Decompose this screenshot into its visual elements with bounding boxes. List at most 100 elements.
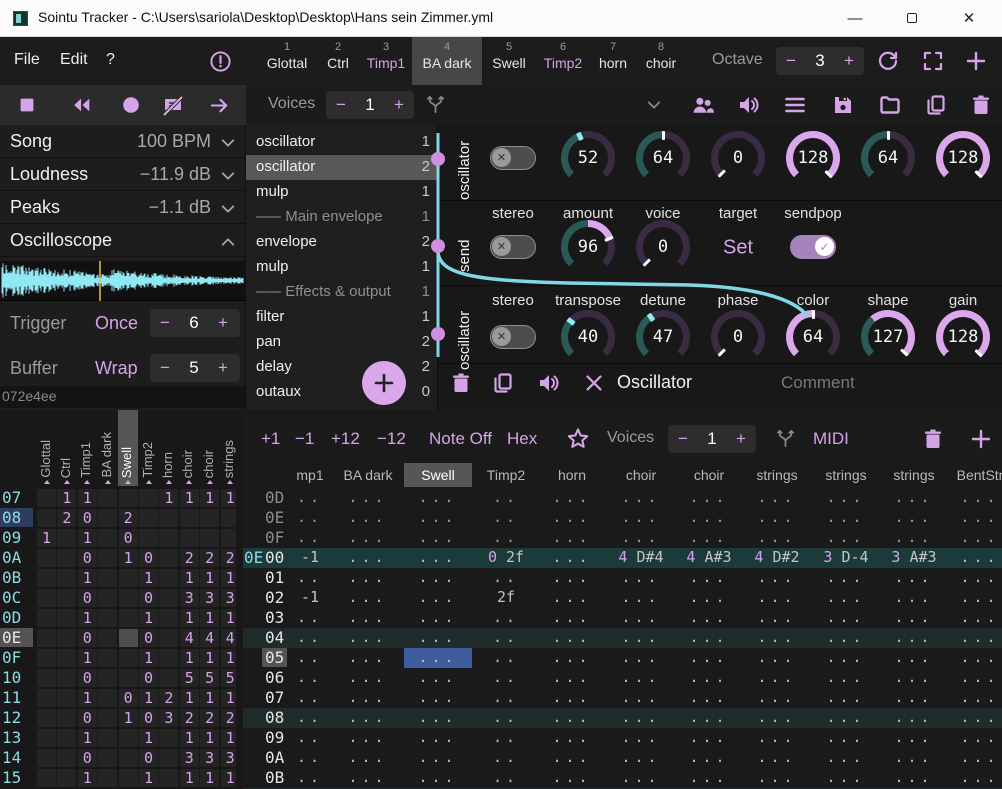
unit-list-item-filter[interactable]: filter1 — [246, 305, 438, 330]
note-cell[interactable]: .. — [297, 608, 323, 626]
note-cell[interactable]: ... — [621, 688, 660, 706]
note-cell[interactable]: ... — [826, 668, 865, 686]
trigger-mode-button[interactable]: Once — [95, 313, 138, 334]
note-cell[interactable]: ... — [960, 708, 999, 726]
copy-unit-icon[interactable] — [491, 371, 515, 395]
pattern-cell[interactable]: 0 — [119, 689, 138, 707]
note-cell[interactable]: ... — [894, 528, 933, 546]
note-track-header-swell[interactable]: Swell — [404, 463, 472, 487]
note-cell[interactable]: ... — [348, 488, 387, 506]
note-cell[interactable]: .. — [297, 688, 323, 706]
pattern-cell[interactable] — [159, 609, 178, 627]
pattern-cell[interactable]: 2 — [180, 549, 199, 567]
pattern-cell[interactable] — [57, 669, 76, 687]
follow-off-icon[interactable] — [161, 94, 185, 118]
pattern-row-label[interactable]: 0A — [0, 548, 33, 567]
note-cell[interactable]: ... — [826, 628, 865, 646]
pattern-cell[interactable] — [119, 489, 138, 507]
pattern-cell[interactable]: 1 — [180, 569, 199, 587]
note-cell[interactable]: ... — [894, 728, 933, 746]
note-cell[interactable]: ... — [757, 488, 796, 506]
note-cell[interactable]: ... — [348, 588, 387, 606]
note-cell[interactable]: ... — [689, 528, 728, 546]
pattern-cell[interactable]: 2 — [200, 709, 219, 727]
pattern-cell[interactable]: 1 — [200, 569, 219, 587]
pattern-cell[interactable]: 1 — [180, 769, 199, 787]
note-row-number[interactable]: 06 — [265, 668, 284, 687]
pattern-cell[interactable]: 1 — [200, 729, 219, 747]
maximize-button[interactable] — [889, 0, 935, 36]
note-cell[interactable]: ... — [757, 528, 796, 546]
note-cell[interactable]: ... — [552, 488, 591, 506]
chevron-down-icon[interactable] — [645, 96, 663, 114]
note-cell[interactable]: ... — [621, 608, 660, 626]
note-row-number[interactable]: 05 — [262, 648, 287, 667]
note-row-number[interactable]: 0D — [265, 488, 284, 507]
pattern-cell[interactable]: 1 — [78, 689, 97, 707]
pattern-cell[interactable] — [37, 549, 56, 567]
save-icon[interactable] — [831, 93, 855, 117]
pattern-cell[interactable]: 2 — [221, 549, 236, 567]
pattern-cell[interactable]: 1 — [139, 689, 158, 707]
note-cell[interactable]: ... — [960, 688, 999, 706]
pattern-cell[interactable]: 1 — [159, 489, 178, 507]
note-cell[interactable]: ... — [826, 728, 865, 746]
note-cell[interactable]: ... — [960, 728, 999, 746]
note-cell[interactable]: .. — [493, 688, 519, 706]
note-cell[interactable]: ... — [960, 668, 999, 686]
solo-unit-icon[interactable] — [537, 371, 561, 395]
pattern-cell[interactable] — [37, 509, 56, 527]
note-track-header-bentstr[interactable]: BentStr — [957, 463, 1002, 487]
pattern-cell[interactable]: 5 — [180, 669, 199, 687]
pattern-cell[interactable] — [37, 489, 56, 507]
note-cell[interactable]: ... — [418, 548, 457, 566]
star-icon[interactable] — [565, 426, 591, 452]
note-cell[interactable]: .. — [493, 528, 519, 546]
note-cell[interactable]: ... — [621, 668, 660, 686]
pattern-cell[interactable]: 1 — [180, 689, 199, 707]
pattern-track-header-glottal[interactable]: Glottal — [37, 410, 57, 486]
unit-name-field[interactable]: Oscillator — [617, 372, 692, 393]
note-cell[interactable]: .. — [493, 568, 519, 586]
pattern-cell[interactable] — [57, 769, 76, 787]
note-row-number[interactable]: 08 — [265, 708, 284, 727]
note-cell[interactable]: ... — [621, 488, 660, 506]
pattern-cell[interactable]: 0 — [139, 629, 158, 647]
pattern-cell[interactable]: 2 — [180, 709, 199, 727]
send-target-set-button[interactable]: Set — [723, 237, 753, 260]
note-row-number[interactable]: 0E — [265, 508, 284, 527]
param-knob-k5[interactable]: 128 — [936, 131, 990, 185]
note-cell[interactable]: .. — [297, 568, 323, 586]
param-knob-color[interactable]: 64 — [786, 310, 840, 364]
note-cell[interactable]: .. — [297, 748, 323, 766]
pattern-track-header-choir[interactable]: choir — [200, 410, 220, 486]
note-cell[interactable]: ... — [418, 568, 457, 586]
pattern-cell[interactable]: 2 — [119, 509, 138, 527]
pattern-cell[interactable] — [119, 729, 138, 747]
pattern-cell[interactable] — [98, 669, 117, 687]
pattern-cell[interactable]: 1 — [78, 529, 97, 547]
param-knob-k0[interactable]: 52 — [561, 131, 615, 185]
note-cell[interactable]: ... — [552, 588, 591, 606]
note-cell[interactable]: ... — [757, 588, 796, 606]
close-button[interactable]: ✕ — [946, 0, 992, 36]
note-cell[interactable]: ... — [621, 568, 660, 586]
instrument-tab-horn[interactable]: 7horn — [590, 37, 636, 85]
note-cell[interactable]: ... — [689, 628, 728, 646]
note-cell[interactable]: ... — [960, 748, 999, 766]
unit-list-item-outaux[interactable]: outaux0 — [246, 380, 438, 405]
note-cell[interactable]: ... — [689, 588, 728, 606]
note-cell[interactable]: ... — [621, 528, 660, 546]
pattern-cell[interactable] — [98, 549, 117, 567]
pattern-cell[interactable]: 0 — [139, 589, 158, 607]
pattern-cell[interactable]: 1 — [139, 649, 158, 667]
pattern-cell[interactable] — [98, 569, 117, 587]
note-cell[interactable]: .. — [297, 648, 323, 666]
note-cell[interactable]: ... — [826, 608, 865, 626]
note-cell[interactable]: .. — [297, 728, 323, 746]
pattern-track-header-timp1[interactable]: Timp1 — [77, 410, 97, 486]
note-cell[interactable]: ... — [689, 668, 728, 686]
note-cell[interactable]: 4 A#3 — [686, 548, 731, 566]
buffer-mode-button[interactable]: Wrap — [95, 358, 138, 379]
note-cell[interactable]: ... — [757, 628, 796, 646]
